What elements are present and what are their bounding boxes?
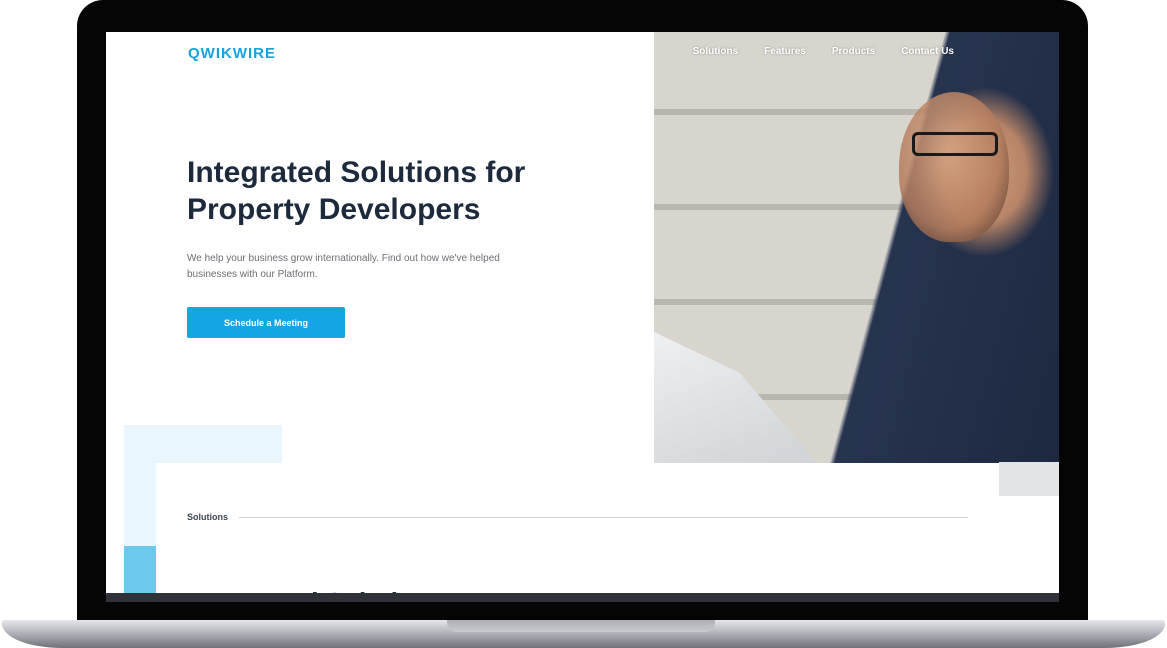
brand-logo[interactable]: QWIKWIRE [188, 45, 276, 62]
photo-glasses [912, 132, 998, 156]
nav-link-products[interactable]: Products [832, 46, 875, 57]
photo-person [899, 92, 1009, 242]
main-nav: Solutions Features Products Contact Us [693, 46, 954, 57]
decorative-block-grey [999, 462, 1059, 496]
solutions-card: Solutions Next-Level Solutions [156, 463, 999, 602]
nav-link-contact-us[interactable]: Contact Us [901, 46, 954, 57]
hero-title: Integrated Solutions for Property Develo… [187, 156, 526, 226]
section-divider [239, 517, 968, 518]
screen-bottom-edge [106, 593, 1059, 602]
laptop-notch [447, 620, 715, 632]
nav-link-solutions[interactable]: Solutions [693, 46, 739, 57]
section-label: Solutions [187, 512, 228, 522]
hero-photo [654, 32, 1059, 495]
nav-link-features[interactable]: Features [764, 46, 806, 57]
browser-screen: QWIKWIRE Solutions Features Products Con… [106, 32, 1059, 602]
hero-subtitle: We help your business grow international… [187, 253, 500, 280]
schedule-meeting-button[interactable]: Schedule a Meeting [187, 307, 345, 338]
